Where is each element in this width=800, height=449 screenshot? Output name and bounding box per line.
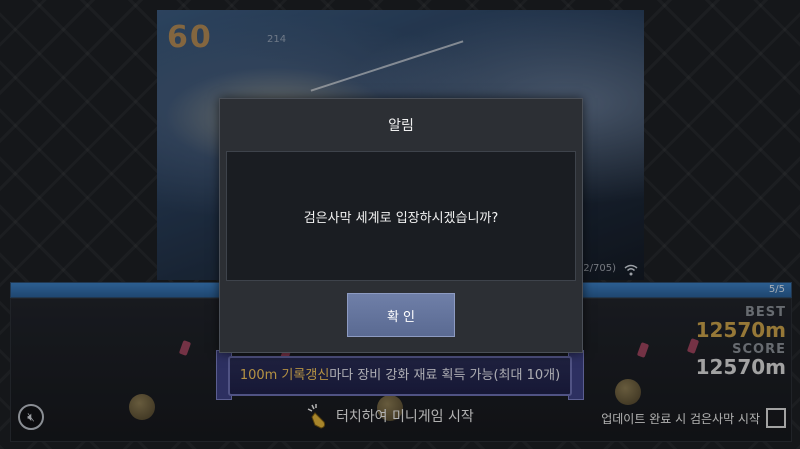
dialog-body: 검은사막 세계로 입장하시겠습니까? xyxy=(226,151,576,281)
notice-dialog: 알림 검은사막 세계로 입장하시겠습니까? 확 인 xyxy=(219,98,583,353)
confirm-button[interactable]: 확 인 xyxy=(347,293,455,337)
dialog-message: 검은사막 세계로 입장하시겠습니까? xyxy=(303,210,499,226)
dialog-title: 알림 xyxy=(388,118,414,134)
